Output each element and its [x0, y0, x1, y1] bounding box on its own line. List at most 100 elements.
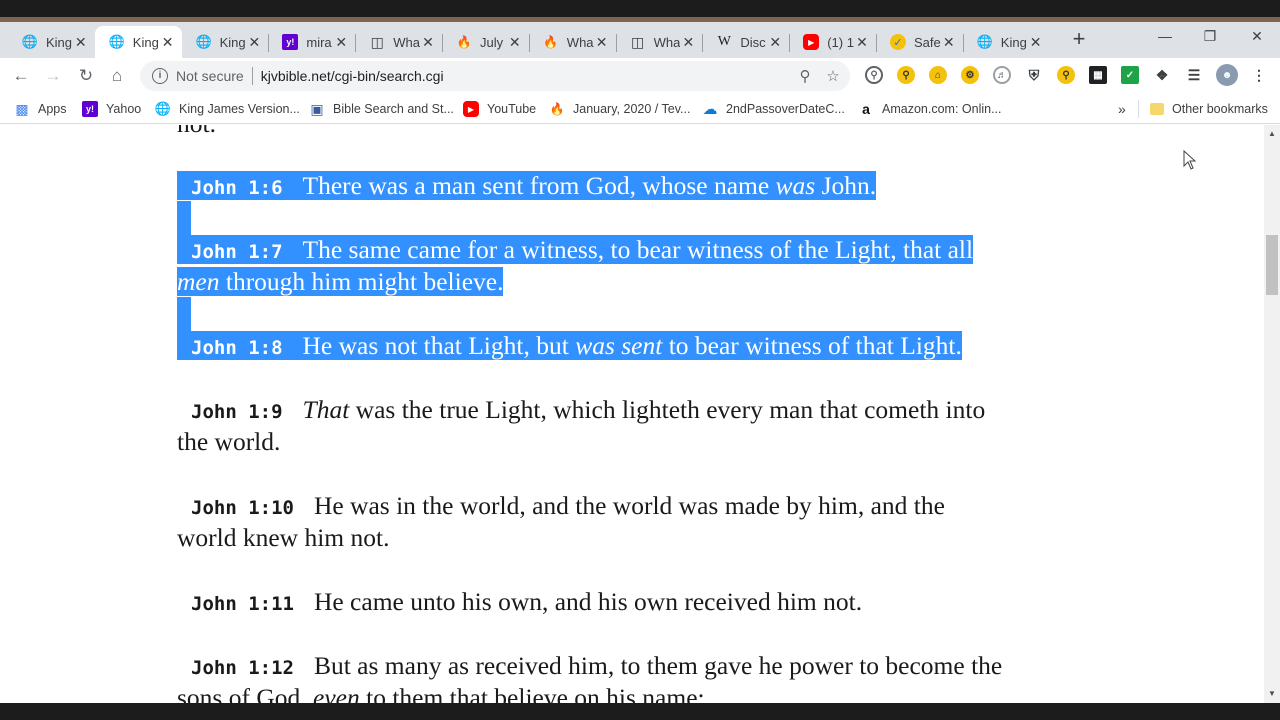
tab-label: King	[46, 34, 73, 50]
extension-search-yellow-icon[interactable]: ⚲	[897, 66, 915, 84]
extension-search-icon[interactable]: ⚲	[865, 66, 883, 84]
tab-close-icon[interactable]: ✕	[680, 34, 696, 51]
profile-avatar[interactable]: ☻	[1216, 64, 1238, 86]
bookmark-item[interactable]: ▶ YouTube	[463, 100, 536, 118]
tab-label: King	[1000, 34, 1027, 50]
extension-dark-icon[interactable]: ▦	[1089, 66, 1107, 84]
selection-highlight	[177, 297, 191, 331]
verse-text: He was not that Light, but	[302, 331, 576, 360]
verse-line: John 1:7 The same came for a witness, to …	[177, 234, 974, 266]
tab-separator	[876, 34, 877, 52]
extension-headphones-icon[interactable]: ♬	[993, 66, 1011, 84]
extensions-puzzle-icon[interactable]: ❖	[1153, 66, 1171, 84]
info-icon[interactable]: i	[152, 68, 168, 84]
scroll-up-arrow-icon[interactable]: ▲	[1264, 127, 1280, 141]
verse-text: But as many as received him, to them gav…	[313, 651, 1003, 680]
address-bar[interactable]: i Not secure kjvbible.net/cgi-bin/search…	[140, 61, 850, 91]
tab-close-icon[interactable]: ✕	[854, 34, 870, 51]
bookmark-item[interactable]: a Amazon.com: Onlin...	[858, 100, 1001, 118]
new-tab-button[interactable]: +	[1068, 28, 1090, 51]
tab-label: (1) 1	[827, 34, 854, 50]
tab-close-icon[interactable]: ✕	[420, 34, 436, 51]
tab-label: Disc	[740, 34, 766, 50]
youtube-icon: ▶	[803, 34, 820, 50]
zoom-icon[interactable]: ⚲	[794, 67, 816, 85]
home-icon[interactable]: ⌂	[106, 65, 128, 87]
globe-icon: 🌐	[21, 34, 39, 49]
security-label[interactable]: Not secure	[176, 68, 244, 84]
browser-tab[interactable]: 🌐 King ✕	[182, 26, 269, 58]
bookmarks-overflow-button[interactable]: »	[1118, 100, 1126, 118]
verse-text: John.	[815, 171, 877, 200]
bookmark-item[interactable]: ☁ 2ndPassoverDateC...	[702, 100, 845, 118]
browser-tab[interactable]: 🌐 King ✕	[94, 26, 182, 58]
verse-italic-text: men	[177, 267, 220, 296]
other-bookmarks-label: Other bookmarks	[1172, 102, 1268, 116]
tab-close-icon[interactable]: ✕	[507, 34, 523, 51]
reload-icon[interactable]: ↻	[75, 65, 97, 87]
browser-tab[interactable]: 🔥 Wha ✕	[529, 26, 616, 58]
yahoo-icon: y!	[282, 34, 299, 50]
tab-separator	[615, 34, 617, 52]
extension-home-icon[interactable]: ⌂	[929, 66, 947, 84]
scroll-down-arrow-icon[interactable]: ▼	[1264, 687, 1280, 701]
os-bottom-bar	[0, 703, 1280, 720]
bookmark-label: 2ndPassoverDateC...	[726, 102, 845, 116]
extension-check-icon[interactable]: ✓	[1121, 66, 1139, 84]
tab-close-icon[interactable]: ✕	[246, 34, 262, 51]
extension-gear-icon[interactable]: ⚙	[961, 66, 979, 84]
verse-italic-text: was	[775, 171, 816, 200]
bookmark-label: King James Version...	[179, 102, 300, 116]
tab-separator	[355, 34, 357, 52]
bookmark-item[interactable]: 🔥 January, 2020 / Tev...	[549, 100, 691, 118]
browser-tab[interactable]: ◫ Wha ✕	[616, 26, 703, 58]
bookmark-item[interactable]: 🌐 King James Version...	[155, 100, 300, 118]
bookmark-item[interactable]: ▩ Apps	[14, 100, 66, 118]
extension-shield-icon[interactable]: ⛨	[1025, 66, 1043, 84]
checkmark-icon: ✓	[890, 34, 906, 50]
verse-text: There was a man sent from God, whose nam…	[302, 171, 776, 200]
back-arrow-icon[interactable]: ←	[10, 65, 32, 87]
browser-tab[interactable]: 🌐 King ✕	[8, 26, 95, 58]
globe-icon: 🌐	[976, 34, 993, 49]
restore-button[interactable]: ❐	[1200, 28, 1220, 45]
browser-tab[interactable]: ✓ Safe ✕	[876, 26, 963, 58]
extension-search-yellow2-icon[interactable]: ⚲	[1057, 66, 1075, 84]
verse-italic-text: even	[313, 683, 360, 703]
tab-close-icon[interactable]: ✕	[1028, 34, 1044, 51]
forward-arrow-icon[interactable]: →	[42, 65, 64, 87]
tab-close-icon[interactable]: ✕	[73, 34, 89, 51]
verse-line: the world.	[177, 426, 280, 458]
globe-icon: 🌐	[108, 34, 125, 49]
media-queue-icon[interactable]: ☰	[1185, 66, 1203, 84]
globe-icon: 🌐	[195, 34, 212, 49]
verse-reference: John 1:10	[191, 497, 294, 519]
tab-close-icon[interactable]: ✕	[333, 34, 349, 51]
tab-separator	[268, 34, 270, 52]
browser-tab[interactable]: 🌐 King ✕	[963, 26, 1050, 58]
bookmark-item[interactable]: ▣ Bible Search and St...	[309, 100, 454, 118]
tab-close-icon[interactable]: ✕	[594, 34, 610, 51]
browser-tab[interactable]: ▶ (1) 1 ✕	[789, 26, 876, 58]
bookmark-star-icon[interactable]: ☆	[822, 67, 844, 85]
minimize-button[interactable]: —	[1155, 28, 1175, 44]
tab-close-icon[interactable]: ✕	[160, 34, 176, 51]
url-text[interactable]: kjvbible.net/cgi-bin/search.cgi	[261, 68, 794, 84]
tab-close-icon[interactable]: ✕	[767, 34, 783, 51]
bookmark-label: YouTube	[487, 102, 537, 116]
other-bookmarks-folder[interactable]: Other bookmarks	[1150, 100, 1268, 118]
scroll-thumb[interactable]	[1266, 235, 1278, 295]
bookmark-item[interactable]: y! Yahoo	[82, 100, 141, 118]
page-scrollbar[interactable]: ▲ ▼	[1264, 125, 1280, 703]
browser-tab[interactable]: 🔥 July ✕	[442, 26, 529, 58]
browser-tab[interactable]: y! mira ✕	[268, 26, 355, 58]
browser-tab[interactable]: ◫ Wha ✕	[355, 26, 442, 58]
page-content[interactable]: not. John 1:6 There was a man sent from G…	[0, 125, 1264, 703]
tab-label: Safe	[914, 34, 941, 50]
flame-icon: 🔥	[543, 35, 559, 49]
tab-close-icon[interactable]: ✕	[941, 34, 957, 51]
tab-label: King	[132, 34, 159, 50]
close-window-button[interactable]: ✕	[1247, 28, 1267, 45]
browser-tab[interactable]: W Disc ✕	[702, 26, 789, 58]
kebab-menu-icon[interactable]: ⋮	[1250, 66, 1268, 84]
